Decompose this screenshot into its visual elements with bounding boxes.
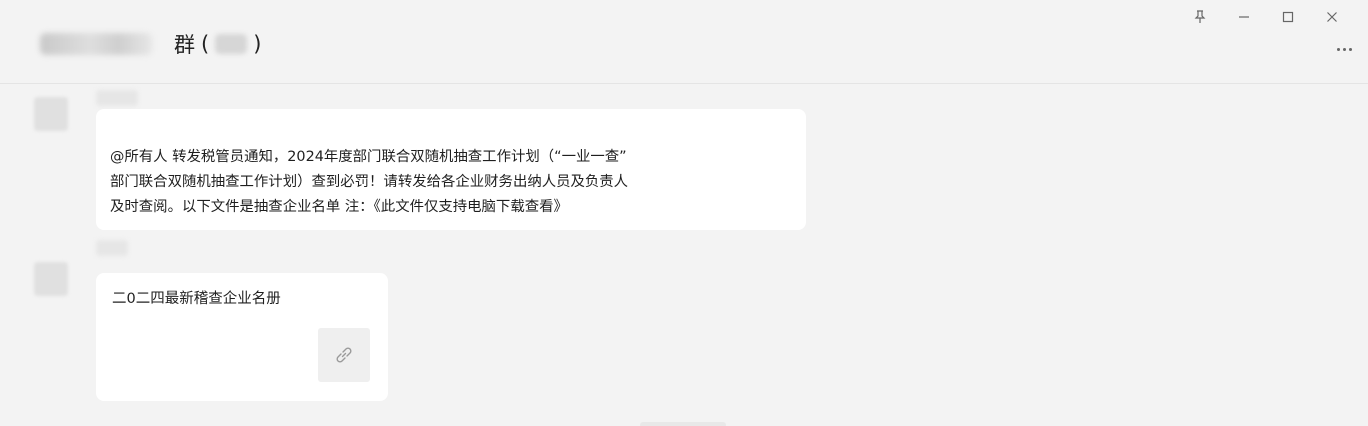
minimize-button[interactable] <box>1222 6 1266 28</box>
chat-window: 群 ( ) @所有人 转发税管员通知，2024年度部门联合双随机抽查工作计划（“… <box>0 0 1368 426</box>
more-dot <box>1348 47 1352 51</box>
close-icon <box>1327 12 1337 22</box>
title-paren-close: ) <box>253 32 262 56</box>
file-name: 二0二四最新稽查企业名册 <box>112 291 281 307</box>
window-controls <box>1178 6 1354 28</box>
close-button[interactable] <box>1310 6 1354 28</box>
message-line: @所有人 转发税管员通知，2024年度部门联合双随机抽查工作计划（“一业一查” <box>110 149 627 165</box>
maximize-icon <box>1282 11 1294 23</box>
pin-button[interactable] <box>1178 6 1222 28</box>
scroll-indicator[interactable] <box>640 422 726 426</box>
minimize-icon <box>1239 16 1249 18</box>
title-paren-open: ( <box>201 32 210 56</box>
more-dot <box>1336 47 1340 51</box>
pin-icon <box>1194 10 1206 23</box>
link-button[interactable] <box>318 328 370 382</box>
avatar[interactable] <box>34 97 68 131</box>
maximize-button[interactable] <box>1266 6 1310 28</box>
more-options-button[interactable] <box>1330 40 1358 58</box>
chat-header: 群 ( ) <box>0 0 1368 84</box>
message-line: 及时查阅。以下文件是抽查企业名单 注：《此文件仅支持电脑下载查看》 <box>110 199 568 215</box>
link-icon <box>336 347 352 363</box>
redacted-sender-name <box>96 240 128 256</box>
redacted-member-count <box>215 34 248 54</box>
chat-title-text: 群 ( ) <box>174 29 261 59</box>
message-bubble[interactable]: @所有人 转发税管员通知，2024年度部门联合双随机抽查工作计划（“一业一查” … <box>96 109 806 230</box>
redacted-group-name <box>40 33 152 55</box>
title-label: 群 <box>174 33 195 57</box>
file-link-card[interactable]: 二0二四最新稽查企业名册 <box>96 273 388 401</box>
more-dot <box>1342 47 1346 51</box>
message-line: 部门联合双随机抽查工作计划）查到必罚！请转发给各企业财务出纳人员及负责人 <box>110 174 629 190</box>
redacted-sender-name <box>96 90 138 106</box>
avatar[interactable] <box>34 262 68 296</box>
chat-title: 群 ( ) <box>40 26 261 62</box>
